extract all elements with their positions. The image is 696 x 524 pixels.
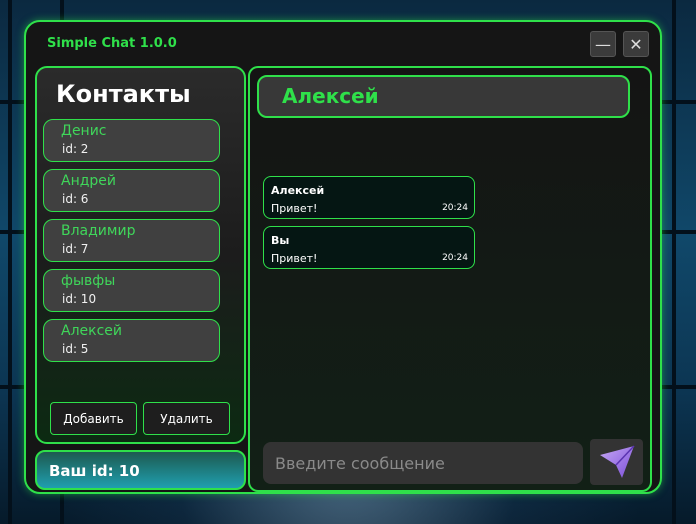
contact-item[interactable]: Владимир id: 7 [43, 219, 220, 262]
delete-contact-button[interactable]: Удалить [143, 402, 230, 435]
send-paper-plane-icon [599, 445, 635, 478]
contact-item[interactable]: Алексей id: 5 [43, 319, 220, 362]
contact-name: фывфы [61, 273, 116, 289]
contact-item[interactable]: Андрей id: 6 [43, 169, 220, 212]
contact-name: Денис [61, 123, 107, 139]
contact-id: id: 7 [62, 242, 89, 256]
contact-id: id: 10 [62, 292, 97, 306]
message-input[interactable] [263, 442, 583, 484]
contact-id: id: 5 [62, 342, 89, 356]
close-button[interactable]: ✕ [623, 31, 649, 57]
contact-name: Владимир [61, 223, 136, 239]
message-text: Привет! [271, 252, 318, 265]
message-bubble: Алексей Привет! 20:24 [263, 176, 475, 219]
chat-window: Simple Chat 1.0.0 — ✕ Контакты Денис id:… [24, 20, 662, 494]
contact-id: id: 2 [62, 142, 89, 156]
contact-id: id: 6 [62, 192, 89, 206]
contacts-panel: Контакты Денис id: 2 Андрей id: 6 Владим… [35, 66, 246, 444]
message-bubble: Вы Привет! 20:24 [263, 226, 475, 269]
message-author: Алексей [271, 184, 325, 197]
contact-item[interactable]: фывфы id: 10 [43, 269, 220, 312]
message-author: Вы [271, 234, 290, 247]
add-contact-button[interactable]: Добавить [50, 402, 137, 435]
contact-name: Андрей [61, 173, 117, 189]
contacts-title: Контакты [56, 80, 191, 108]
send-button[interactable] [590, 439, 643, 485]
contact-name: Алексей [61, 323, 123, 339]
chat-contact-name: Алексей [282, 84, 379, 108]
message-text: Привет! [271, 202, 318, 215]
message-time: 20:24 [442, 253, 468, 263]
chat-header: Алексей [257, 75, 630, 118]
chat-panel: Алексей Алексей Привет! 20:24 Вы Привет!… [248, 66, 652, 492]
my-id-badge: Ваш id: 10 [35, 450, 246, 490]
message-time: 20:24 [442, 203, 468, 213]
minimize-button[interactable]: — [590, 31, 616, 57]
contact-item[interactable]: Денис id: 2 [43, 119, 220, 162]
window-title: Simple Chat 1.0.0 [47, 36, 177, 51]
